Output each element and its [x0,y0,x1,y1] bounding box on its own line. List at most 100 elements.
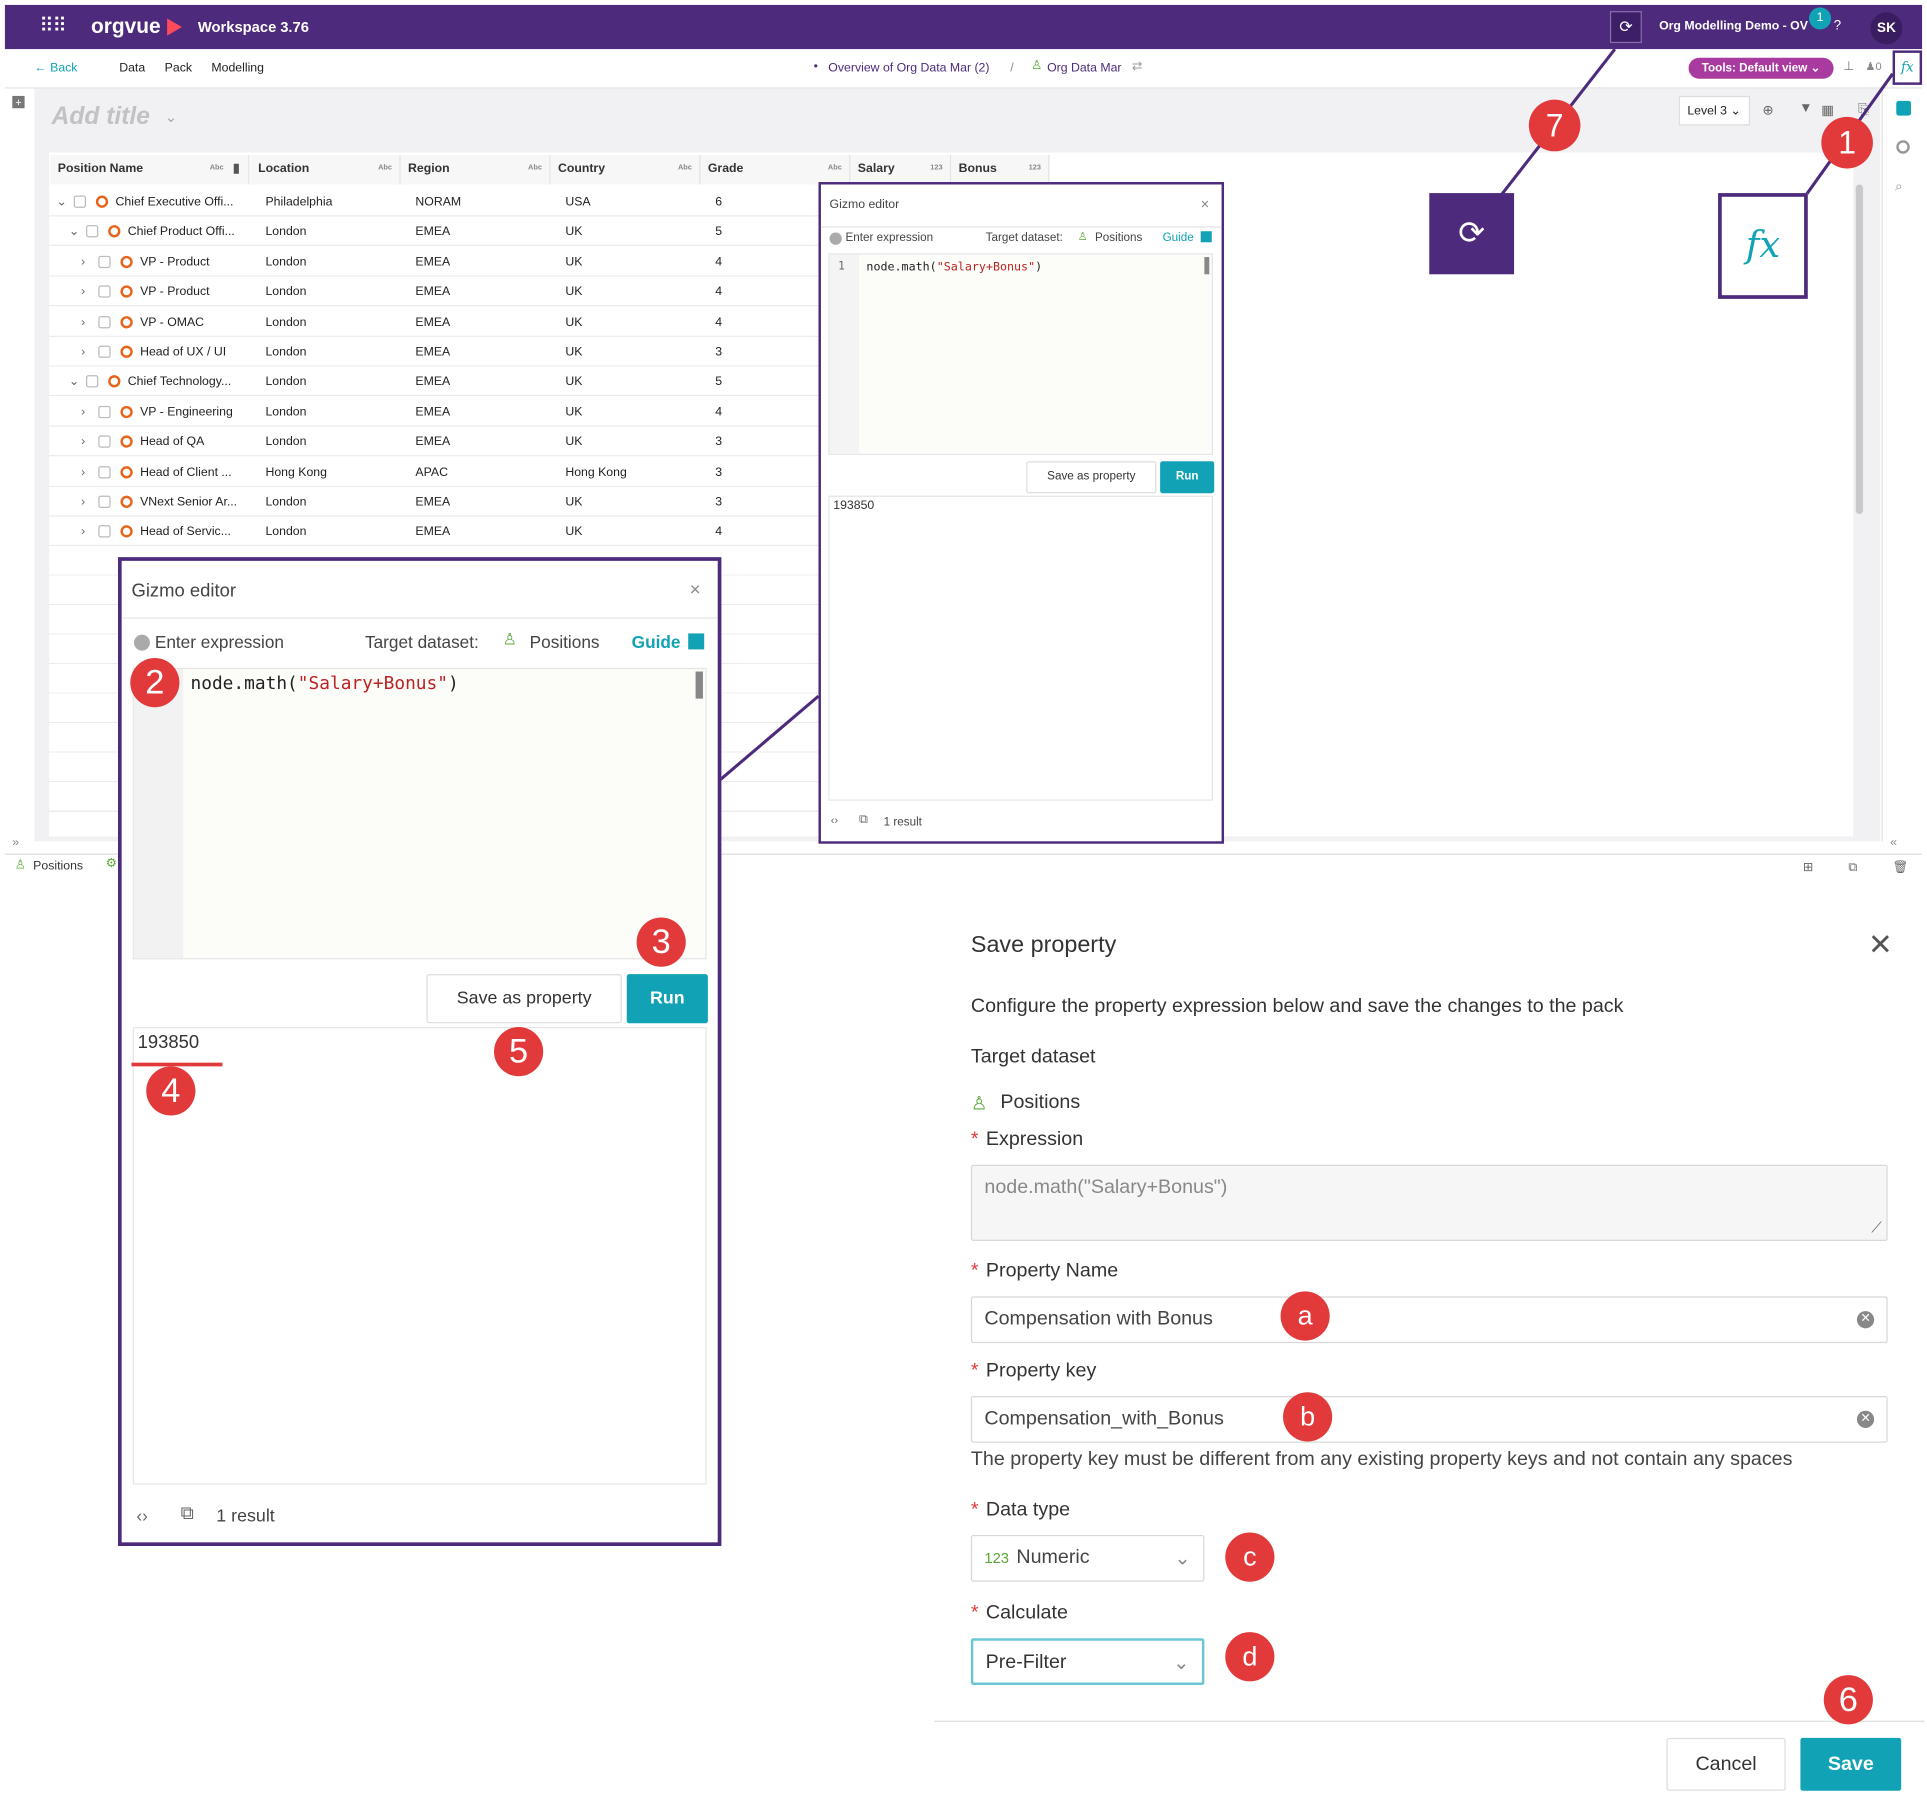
right-circle-icon[interactable] [1896,140,1910,154]
apps-grid-icon[interactable]: ⠿⠿ [39,15,67,40]
pin-icon[interactable]: ⊥ [1843,60,1854,74]
row-checkbox[interactable] [98,255,111,268]
menu-modelling[interactable]: Modelling [211,61,264,75]
scrollbar[interactable] [1855,184,1864,515]
delete-tab-icon[interactable]: 🗑 [1893,861,1909,875]
row-checkbox[interactable] [98,435,111,448]
breadcrumb-overview[interactable]: Overview of Org Data Mar (2) [828,61,989,75]
row-checkbox[interactable] [86,225,99,238]
expand-chevron-icon[interactable]: › [81,406,85,420]
code-editor[interactable]: 1 node.math("Salary+Bonus") [828,253,1213,456]
help-icon[interactable]: ? [1834,18,1842,33]
table-row[interactable]: ⌄ Chief Executive Offi... Philadelphia NORA… [49,187,819,217]
menu-pack[interactable]: Pack [165,61,192,75]
dataset-name[interactable]: Org Modelling Demo - OV [1659,20,1808,34]
expand-chevron-icon[interactable]: ⌄ [69,376,79,390]
fx-button[interactable]: fx [1892,50,1923,85]
expand-chevron-icon[interactable]: › [81,256,85,270]
expand-chevron-icon[interactable]: › [81,436,85,450]
code-toggle-icon[interactable]: ‹› [136,1505,147,1525]
close-icon[interactable]: × [690,579,701,600]
external-link-icon[interactable] [688,633,705,650]
refresh-button[interactable]: ⟳ [1609,11,1642,44]
row-checkbox[interactable] [98,525,111,538]
save-button[interactable]: Save [1800,1737,1902,1791]
col-header-grade[interactable]: Grade Abc [700,154,851,185]
clear-icon[interactable]: ✕ [1856,1410,1875,1428]
right-search-icon[interactable]: ⌕ [1895,180,1903,196]
row-checkbox[interactable] [98,285,111,298]
property-key-input[interactable]: Compensation_with_Bonus ✕ [970,1395,1888,1443]
person-count-icon[interactable]: ♟0 [1866,60,1882,74]
expand-chevron-icon[interactable]: › [81,466,85,480]
expand-chevron-icon[interactable]: › [81,526,85,540]
save-as-property-button[interactable]: Save as property [1026,461,1157,494]
globe-icon[interactable]: ⊕ [1762,102,1773,118]
back-link[interactable]: ← Back [34,61,77,75]
code-line[interactable]: node.math("Salary+Bonus") [190,674,458,694]
col-header-position-name[interactable]: Position Name Abc ▮ [50,154,250,185]
level-select[interactable]: Level 3 ⌄ [1678,95,1751,126]
stack-icon[interactable]: ▦ [1821,102,1834,118]
col-header-region[interactable]: Region Abc [400,154,551,185]
collapse-left-icon[interactable]: » [12,836,19,850]
row-checkbox[interactable] [98,405,111,418]
row-checkbox[interactable] [98,315,111,328]
run-button[interactable]: Run [1160,461,1215,494]
expand-chevron-icon[interactable]: ⌄ [69,226,79,240]
editor-scrollbar[interactable] [695,671,703,699]
right-panel-icon-1[interactable] [1896,100,1912,116]
copy-icon[interactable]: ⧉ [859,813,868,827]
table-row[interactable]: ⌄ Chief Product Offi... London EMEA UK 5 [49,217,819,247]
col-header-country[interactable]: Country Abc [550,154,701,185]
table-row[interactable]: › Head of Servic... London EMEA UK 4 [49,517,819,547]
col-header-location[interactable]: Location Abc [250,154,401,185]
clear-icon[interactable]: ✕ [1856,1311,1875,1329]
code-editor[interactable]: node.math("Salary+Bonus") [132,667,707,960]
close-icon[interactable]: ✕ [1868,927,1893,963]
filter-icon[interactable]: ▼ [1799,101,1812,116]
table-row[interactable]: › Head of Client ... Hong Kong APAC Hong Kon… [49,457,819,487]
guide-link[interactable]: Guide [1163,231,1194,245]
code-toggle-icon[interactable]: ‹› [831,814,838,826]
expand-chevron-icon[interactable]: › [81,496,85,510]
table-row[interactable]: › VP - Engineering London EMEA UK 4 [49,397,819,427]
title-input[interactable]: Add title [52,103,150,131]
expand-chevron-icon[interactable]: › [81,286,85,300]
copy-icon[interactable]: ⧉ [181,1503,194,1524]
save-as-property-button[interactable]: Save as property [426,974,622,1024]
row-checkbox[interactable] [73,195,87,208]
notification-badge[interactable]: 1 [1809,7,1832,30]
table-row[interactable]: ⌄ Chief Technology... London EMEA UK 5 [49,367,819,397]
col-header-bonus[interactable]: Bonus 123 [951,154,1050,185]
close-icon[interactable]: × [1201,196,1210,213]
export-icon[interactable]: ⎘ [1858,102,1869,118]
run-button[interactable]: Run [626,974,708,1024]
expression-textarea[interactable]: node.math("Salary+Bonus") ⟋ [970,1164,1888,1241]
left-add-icon[interactable]: + [12,95,25,109]
property-name-input[interactable]: Compensation with Bonus ✕ [970,1296,1888,1344]
data-type-select[interactable]: 123 Numeric ⌄ [970,1534,1205,1582]
row-checkbox[interactable] [86,375,99,388]
col-header-salary[interactable]: Salary 123 [850,154,952,185]
calculate-select[interactable]: Pre-Filter ⌄ [970,1638,1205,1686]
external-link-icon[interactable] [1200,231,1212,243]
collapse-right-icon[interactable]: « [1890,836,1897,850]
row-checkbox[interactable] [98,465,111,478]
table-row[interactable]: › Head of QA London EMEA UK 3 [49,427,819,457]
cancel-button[interactable]: Cancel [1666,1737,1786,1791]
positions-tab[interactable]: Positions [33,860,83,874]
copy-tab-icon[interactable]: ⧉ [1848,861,1857,875]
table-row[interactable]: › VNext Senior Ar... London EMEA UK 3 [49,487,819,517]
back-label[interactable]: Back [50,61,77,75]
table-row[interactable]: › Head of UX / UI London EMEA UK 3 [49,337,819,367]
title-chevron-icon[interactable]: ⌄ [165,108,177,125]
table-row[interactable]: › VP - OMAC London EMEA UK 4 [49,307,819,337]
expand-chevron-icon[interactable]: › [81,346,85,360]
add-tab-icon[interactable]: ⊞ [1803,861,1813,875]
expand-chevron-icon[interactable]: ⌄ [57,196,67,210]
tools-view-button[interactable]: Tools: Default view ⌄ [1688,57,1834,79]
row-checkbox[interactable] [98,495,111,508]
row-checkbox[interactable] [98,345,111,358]
breadcrumb-dataset[interactable]: Org Data Mar [1047,61,1121,75]
